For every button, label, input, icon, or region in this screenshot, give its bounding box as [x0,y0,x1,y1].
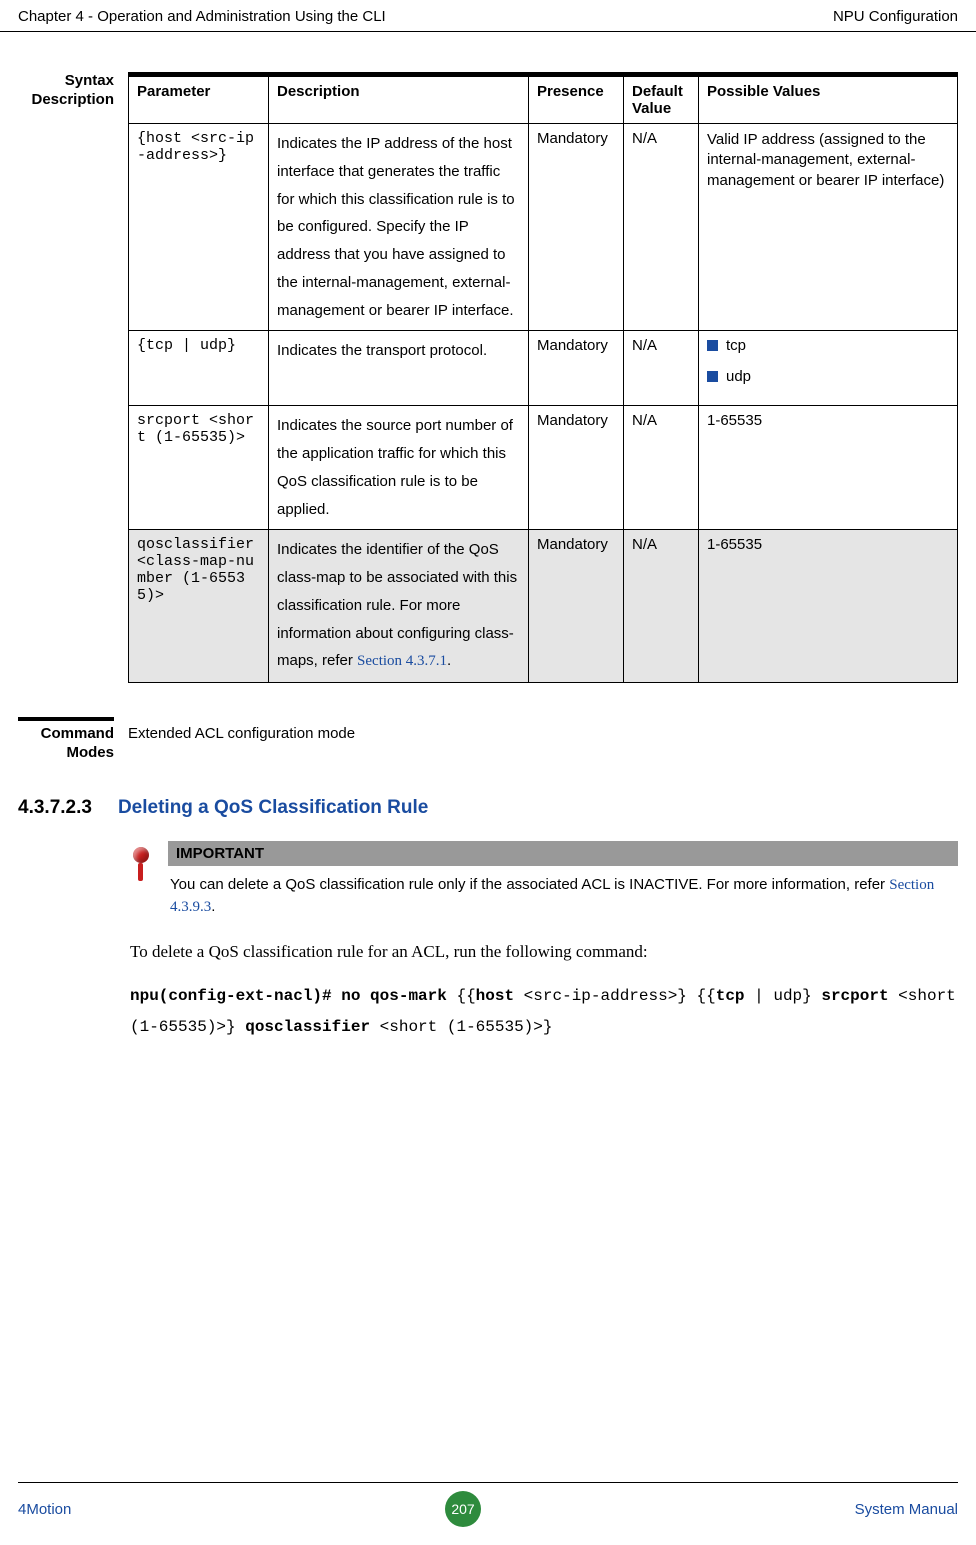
cell-param: {tcp | udp} [129,331,269,406]
cell-default: N/A [624,124,699,331]
cmd-bold: srcport [821,987,888,1005]
square-bullet-icon [707,340,718,351]
syntax-label: Syntax Description [18,72,114,110]
header-right: NPU Configuration [833,8,958,25]
desc-suffix: . [447,652,451,669]
section-link[interactable]: Section 4.3.7.1 [357,653,447,669]
cell-presence: Mandatory [529,406,624,530]
cell-desc: Indicates the source port number of the … [269,406,529,530]
cmd-text: {{ [447,987,476,1005]
cell-param: qosclassifier <class-map-number (1-65535… [129,530,269,683]
col-possible: Possible Values [699,77,958,124]
bullet-text: udp [726,368,751,385]
cell-presence: Mandatory [529,124,624,331]
table-row: {host <src-ip-address>} Indicates the IP… [129,124,958,331]
page-footer: 4Motion 207 System Manual [0,1482,976,1527]
important-callout: IMPORTANT You can delete a QoS classific… [130,841,958,918]
cell-presence: Mandatory [529,331,624,406]
square-bullet-icon [707,371,718,382]
cmd-text: <short (1-65535)>} [370,1018,552,1036]
callout-suffix: . [211,898,215,915]
header-left: Chapter 4 - Operation and Administration… [18,8,386,25]
cell-default: N/A [624,530,699,683]
subsection-title: Deleting a QoS Classification Rule [118,797,428,819]
command-modes-section: Command Modes Extended ACL configuration… [18,717,958,763]
footer-right[interactable]: System Manual [855,1501,958,1518]
callout-text: You can delete a QoS classification rule… [168,866,958,918]
desc-prefix: Indicates the identifier of the QoS clas… [277,541,517,669]
command-modes-label: Command Modes [18,717,114,763]
list-item: tcp [707,337,949,354]
command-block: npu(config-ext-nacl)# no qos-mark {{host… [130,981,958,1042]
cell-values: 1-65535 [699,406,958,530]
footer-left[interactable]: 4Motion [18,1501,71,1518]
cmd-text: | udp} [745,987,822,1005]
table-row: qosclassifier <class-map-number (1-65535… [129,530,958,683]
cmd-bold: tcp [716,987,745,1005]
bullet-text: tcp [726,337,746,354]
cmd-text: <src-ip-address>} {{ [514,987,716,1005]
page-number-badge: 207 [445,1491,481,1527]
cell-default: N/A [624,406,699,530]
cell-param: srcport <short (1-65535)> [129,406,269,530]
col-description: Description [269,77,529,124]
important-icon [130,841,152,881]
syntax-description-section: Syntax Description Parameter Description… [18,72,958,683]
table-row: srcport <short (1-65535)> Indicates the … [129,406,958,530]
syntax-table: Parameter Description Presence Default V… [128,76,958,683]
cell-values: 1-65535 [699,530,958,683]
cell-desc: Indicates the IP address of the host int… [269,124,529,331]
cmd-bold: host [476,987,514,1005]
cell-desc: Indicates the identifier of the QoS clas… [269,530,529,683]
table-header-row: Parameter Description Presence Default V… [129,77,958,124]
cell-presence: Mandatory [529,530,624,683]
col-parameter: Parameter [129,77,269,124]
cell-values: Valid IP address (assigned to the intern… [699,124,958,331]
body-paragraph: To delete a QoS classification rule for … [130,940,958,964]
table-row: {tcp | udp} Indicates the transport prot… [129,331,958,406]
cell-desc: Indicates the transport protocol. [269,331,529,406]
list-item: udp [707,368,949,385]
subsection-heading: 4.3.7.2.3 Deleting a QoS Classification … [18,797,958,819]
cmd-bold: npu(config-ext-nacl)# no qos-mark [130,987,447,1005]
cmd-bold: qosclassifier [245,1018,370,1036]
cell-default: N/A [624,331,699,406]
cell-param: {host <src-ip-address>} [129,124,269,331]
col-default: Default Value [624,77,699,124]
callout-prefix: You can delete a QoS classification rule… [170,876,889,893]
callout-header: IMPORTANT [168,841,958,866]
command-modes-value: Extended ACL configuration mode [128,717,958,742]
page-header: Chapter 4 - Operation and Administration… [0,0,976,32]
col-presence: Presence [529,77,624,124]
subsection-number: 4.3.7.2.3 [18,797,92,819]
cell-values: tcp udp [699,331,958,406]
